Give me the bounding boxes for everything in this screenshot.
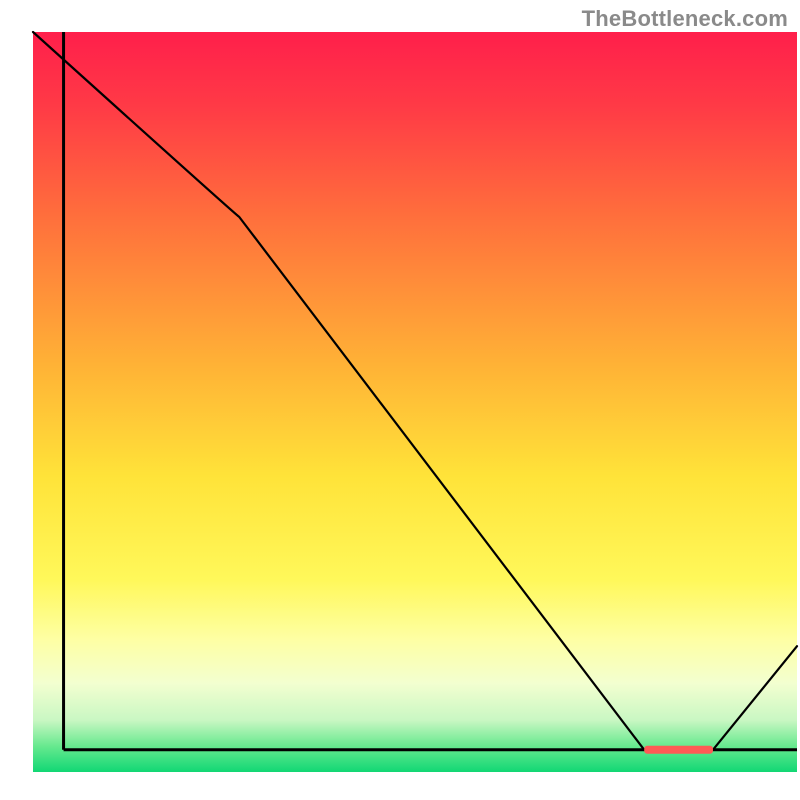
chart-svg xyxy=(0,0,800,800)
chart-background xyxy=(33,32,797,772)
optimal-marker xyxy=(644,746,713,754)
chart-container: TheBottleneck.com xyxy=(0,0,800,800)
